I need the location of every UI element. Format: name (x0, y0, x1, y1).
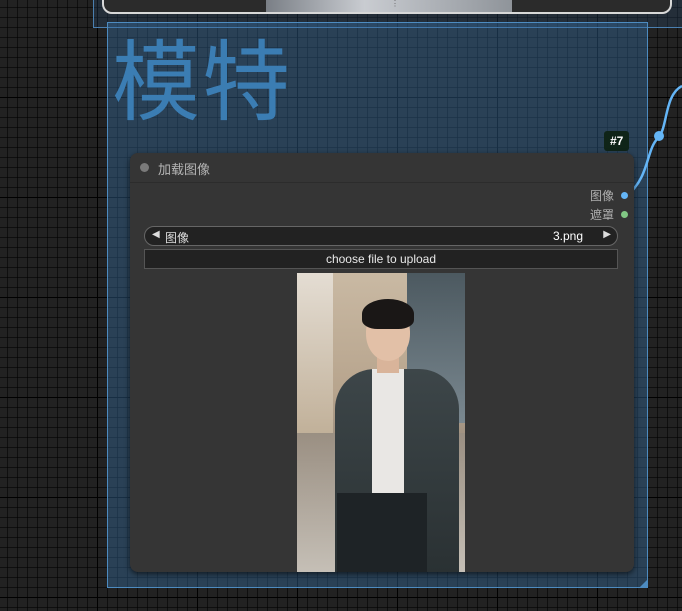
node-title: 加载图像 (158, 162, 211, 177)
output-image[interactable]: 图像 (590, 188, 628, 204)
preview-shirt (372, 369, 404, 493)
previous-node-image-preview (266, 0, 512, 12)
collapse-toggle-icon[interactable] (140, 163, 149, 172)
output-mask[interactable]: 遮罩 (590, 207, 628, 223)
arrow-right-icon[interactable]: ▶ (603, 229, 611, 240)
previous-node[interactable]: ⋮ (102, 0, 672, 14)
image-combo-value[interactable]: 3.png (553, 229, 583, 243)
preview-trousers (337, 493, 427, 572)
group-resize-handle[interactable] (639, 579, 648, 588)
link-center-dot (654, 131, 664, 141)
output-image-slot-icon[interactable] (621, 192, 628, 199)
node-id-badge: #7 (604, 131, 630, 151)
image-combo-widget[interactable]: ◀ 图像 3.png ▶ (144, 226, 618, 246)
output-image-label: 图像 (589, 189, 614, 203)
output-mask-label: 遮罩 (589, 208, 614, 222)
preview-hair (362, 299, 414, 329)
load-image-node[interactable]: 加载图像 图像 遮罩 ◀ 图像 3.png ▶ choose file to u… (130, 153, 634, 572)
image-combo-label: 图像 (165, 231, 190, 245)
preview-building-left (297, 273, 333, 443)
drag-handle-icon[interactable]: ⋮ (391, 0, 399, 8)
upload-button[interactable]: choose file to upload (144, 249, 618, 269)
group-title[interactable]: 模特 (112, 33, 292, 133)
node-header[interactable]: 加载图像 (130, 153, 634, 183)
image-preview (297, 273, 465, 572)
arrow-left-icon[interactable]: ◀ (152, 229, 160, 240)
output-mask-slot-icon[interactable] (621, 211, 628, 218)
